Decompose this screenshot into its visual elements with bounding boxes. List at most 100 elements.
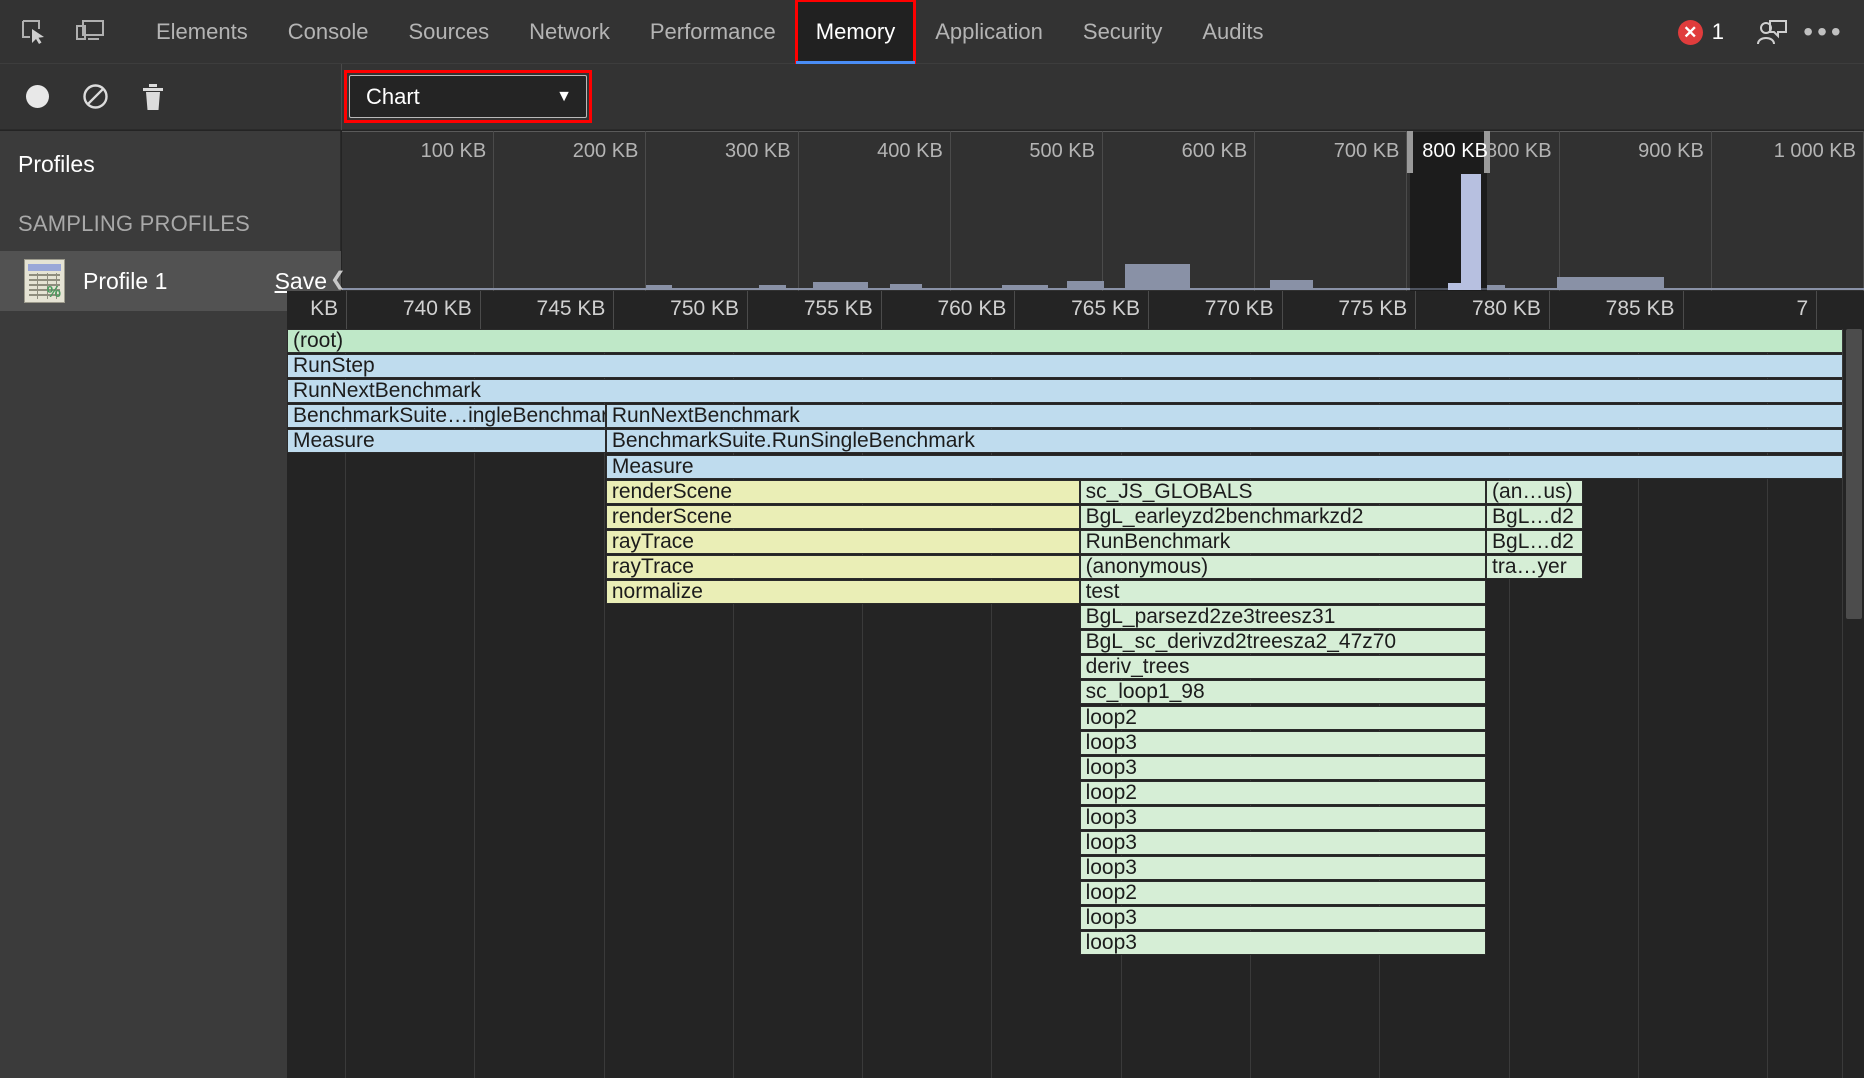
overview-tick-label: 700 KB	[1334, 140, 1400, 163]
view-select-value: Chart	[366, 84, 420, 110]
flame-bar[interactable]: loop3	[1080, 756, 1486, 780]
flame-bar[interactable]: BgL…d2	[1486, 530, 1583, 554]
panel-tabs: Elements Console Sources Network Perform…	[136, 0, 1284, 64]
delete-icon[interactable]	[124, 64, 182, 130]
tab-console[interactable]: Console	[268, 0, 389, 64]
flame-bar[interactable]: (anonymous)	[1080, 555, 1486, 579]
memory-toolbar	[0, 64, 1864, 130]
tab-memory[interactable]: Memory	[796, 0, 915, 64]
flame-bar[interactable]: Measure	[287, 429, 606, 453]
detail-tick-label: 775 KB	[1338, 297, 1407, 321]
overview-bar	[1461, 174, 1481, 290]
overview-bar	[1067, 281, 1105, 290]
overview-bar	[759, 285, 785, 290]
detail-tick: 785 KB	[1550, 291, 1684, 329]
flame-bar[interactable]: loop3	[1080, 806, 1486, 830]
tab-label: Sources	[408, 19, 489, 45]
overview-bar	[813, 282, 868, 290]
device-toolbar-icon[interactable]	[62, 0, 118, 64]
overview-tick-label: 200 KB	[573, 140, 639, 163]
detail-tick: 775 KB	[1283, 291, 1417, 329]
detail-tick-label: 770 KB	[1205, 297, 1274, 321]
tab-label: Security	[1083, 19, 1162, 45]
overview-tick-label: 600 KB	[1182, 140, 1248, 163]
flame-bar[interactable]: sc_JS_GLOBALS	[1080, 480, 1486, 504]
detail-tick: 7	[1684, 291, 1818, 329]
flame-bar[interactable]: test	[1080, 580, 1486, 604]
flame-bar[interactable]: loop2	[1080, 881, 1486, 905]
flame-vertical-scrollbar[interactable]	[1842, 329, 1864, 1078]
flame-bar[interactable]: normalize	[606, 580, 1080, 604]
detail-tick: 750 KB	[614, 291, 748, 329]
detail-tick: 780 KB	[1416, 291, 1550, 329]
devtools-tabbar: Elements Console Sources Network Perform…	[0, 0, 1864, 64]
record-dot	[26, 85, 49, 108]
flame-bar[interactable]: BgL_parsezd2ze3treesz31	[1080, 605, 1486, 629]
flame-bar[interactable]: renderScene	[606, 505, 1080, 529]
detail-tick-label: 740 KB	[403, 297, 472, 321]
devtools-window: Elements Console Sources Network Perform…	[0, 0, 1864, 1078]
feedback-person-icon[interactable]	[1746, 0, 1798, 64]
flame-bar[interactable]: sc_loop1_98	[1080, 680, 1486, 704]
more-options-dots-icon[interactable]: •••	[1798, 0, 1850, 64]
overview-tick-label: 100 KB	[421, 140, 487, 163]
memory-overview[interactable]: 100 KB200 KB300 KB400 KB500 KB600 KB700 …	[342, 131, 1864, 291]
tab-elements[interactable]: Elements	[136, 0, 268, 64]
tab-security[interactable]: Security	[1063, 0, 1182, 64]
flame-bar[interactable]: BgL_earleyzd2benchmarkzd2	[1080, 505, 1486, 529]
scrollbar-thumb[interactable]	[1846, 329, 1862, 619]
selection-handle-left[interactable]	[1407, 131, 1413, 173]
flame-bar[interactable]: BenchmarkSuite.RunSingleBenchmark	[606, 429, 1864, 453]
detail-tick-label: 745 KB	[537, 297, 606, 321]
record-icon[interactable]	[8, 64, 66, 130]
flame-bar[interactable]: loop3	[1080, 831, 1486, 855]
flame-bar[interactable]: rayTrace	[606, 555, 1080, 579]
dots-glyph: •••	[1803, 27, 1844, 37]
flame-bar[interactable]: loop3	[1080, 856, 1486, 880]
overview-bar	[890, 284, 922, 290]
flame-bar[interactable]: tra…yer	[1486, 555, 1583, 579]
tab-network[interactable]: Network	[509, 0, 630, 64]
flame-bar[interactable]: rayTrace	[606, 530, 1080, 554]
flame-bar[interactable]: Measure	[606, 455, 1864, 479]
flame-bar[interactable]: BgL_sc_derivzd2treesza2_47z70	[1080, 630, 1486, 654]
tab-label: Performance	[650, 19, 776, 45]
detail-tick: 760 KB	[882, 291, 1016, 329]
flame-bar[interactable]: (root)	[287, 329, 1864, 353]
tab-application[interactable]: Application	[915, 0, 1063, 64]
flame-bar[interactable]: (an…us)	[1486, 480, 1583, 504]
flame-bar[interactable]: RunBenchmark	[1080, 530, 1486, 554]
flame-bar[interactable]: RunNextBenchmark	[287, 379, 1864, 403]
detail-tick-label: 780 KB	[1472, 297, 1541, 321]
detail-tick-label: 765 KB	[1071, 297, 1140, 321]
overview-bar	[1002, 285, 1048, 290]
flame-bar[interactable]: loop3	[1080, 731, 1486, 755]
tab-audits[interactable]: Audits	[1182, 0, 1283, 64]
error-badge[interactable]: ✕ 1	[1678, 19, 1724, 45]
detail-tick: KB	[214, 291, 348, 329]
tab-label: Elements	[156, 19, 248, 45]
tab-performance[interactable]: Performance	[630, 0, 796, 64]
flame-bar[interactable]: renderScene	[606, 480, 1080, 504]
tab-label: Application	[935, 19, 1043, 45]
tab-sources[interactable]: Sources	[388, 0, 509, 64]
flame-bar[interactable]: BenchmarkSuite…ingleBenchmark	[287, 404, 606, 428]
flame-bar[interactable]: BgL…d2	[1486, 505, 1583, 529]
flame-bar[interactable]: RunStep	[287, 354, 1864, 378]
flame-bar[interactable]: RunNextBenchmark	[606, 404, 1864, 428]
overview-histogram	[342, 174, 1864, 290]
flame-bar[interactable]: loop2	[1080, 781, 1486, 805]
tab-label: Memory	[816, 19, 895, 45]
overview-bar	[1557, 277, 1664, 290]
flame-chart[interactable]: (root)RunStepRunNextBenchmarkBenchmarkSu…	[287, 329, 1864, 1078]
overview-bar	[646, 285, 672, 290]
flame-bar[interactable]: deriv_trees	[1080, 655, 1486, 679]
flame-bar[interactable]: loop3	[1080, 906, 1486, 930]
flame-bar[interactable]: loop3	[1080, 931, 1486, 955]
clear-icon[interactable]	[66, 64, 124, 130]
overview-collapse-icon[interactable]: ❮	[330, 268, 346, 291]
tab-label: Network	[529, 19, 610, 45]
view-select[interactable]: Chart ▼	[349, 75, 587, 118]
flame-bar[interactable]: loop2	[1080, 706, 1486, 730]
inspect-element-icon[interactable]	[6, 0, 62, 64]
